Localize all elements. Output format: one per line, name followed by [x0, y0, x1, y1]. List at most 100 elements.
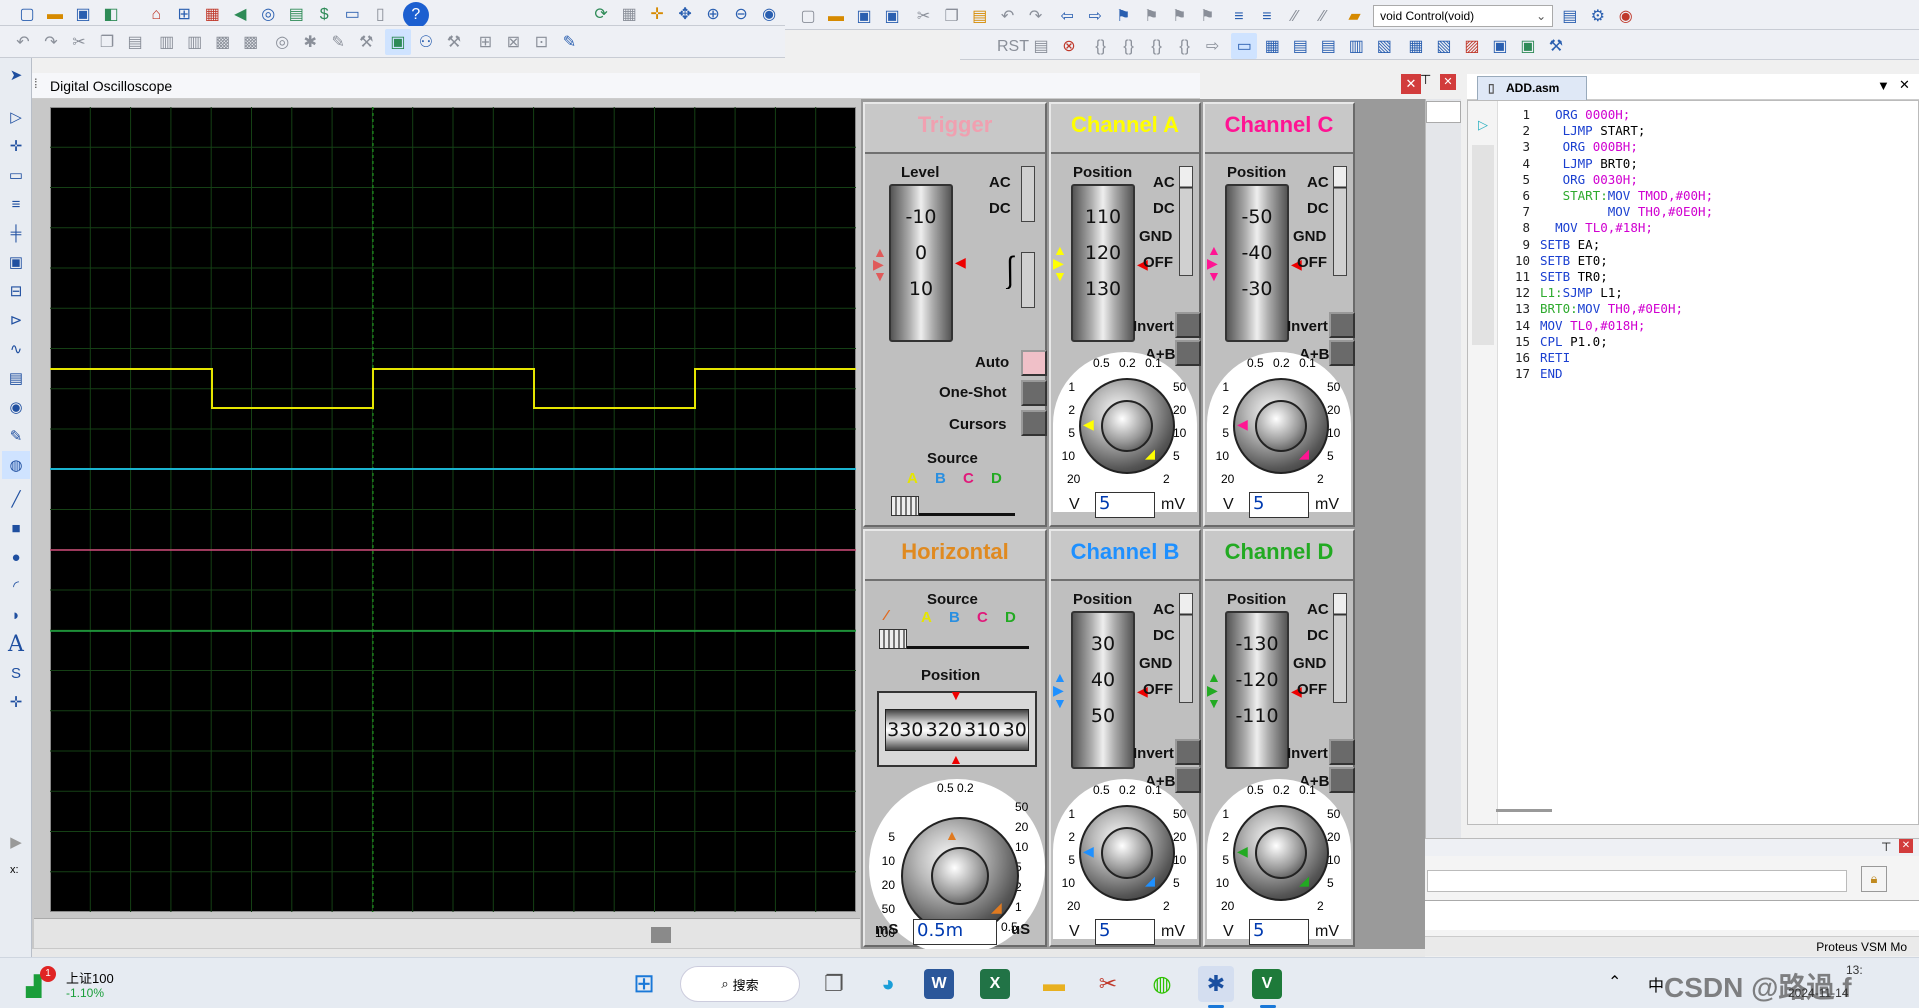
trigger-source-slider[interactable] — [891, 496, 1015, 516]
tray-chevron-icon[interactable]: ⌃ — [1608, 972, 1621, 992]
keil-redo-icon[interactable]: ↷ — [1023, 3, 1049, 29]
channel-c-volts-knob[interactable]: ◀ ◢ — [1233, 378, 1329, 474]
block-delete-icon[interactable]: ▩ — [238, 29, 264, 55]
pcb-icon[interactable]: ▦ — [199, 1, 225, 27]
help-icon[interactable]: ? — [402, 2, 429, 28]
timebase-value-field[interactable]: 0.5m — [913, 919, 997, 945]
lock-icon[interactable]: 🔒︎ — [1861, 866, 1887, 892]
origin-icon[interactable]: ✛ — [644, 1, 670, 27]
close-button-scope[interactable]: ✕ — [1401, 74, 1421, 94]
bom-icon[interactable]: ▤ — [283, 1, 309, 27]
channel-a-coupling-switch[interactable] — [1179, 166, 1193, 276]
undo-icon[interactable]: ↶ — [10, 29, 36, 55]
serial-icon[interactable]: ▧ — [1431, 33, 1457, 59]
trigger-oneshot-button[interactable] — [1021, 380, 1047, 406]
channel-c-invert-button[interactable] — [1329, 312, 1355, 338]
close-icon[interactable]: ✕ — [1899, 77, 1910, 93]
selection-icon[interactable]: ➤ — [2, 61, 30, 89]
uncomment-icon[interactable]: ⁄⁄ — [1310, 4, 1336, 30]
channel-a-aplusb-button[interactable] — [1175, 340, 1201, 366]
output-input[interactable] — [1427, 870, 1847, 892]
memory-icon[interactable]: ▦ — [1403, 33, 1429, 59]
channel-d-volts-field[interactable]: 5 — [1249, 919, 1309, 945]
block-move-icon[interactable]: ▥ — [182, 29, 208, 55]
channel-c-volts-field[interactable]: 5 — [1249, 492, 1309, 518]
step-into-icon[interactable]: {} — [1088, 34, 1114, 60]
marker-icon[interactable]: ✛ — [2, 688, 30, 716]
remove-sheet-icon[interactable]: ⊠ — [501, 29, 527, 55]
channel-b-coupling-switch[interactable] — [1179, 593, 1193, 703]
channel-c-position-drum[interactable]: -50 -40 -30 — [1225, 184, 1289, 342]
keil-undo-icon[interactable]: ↶ — [995, 3, 1021, 29]
channel-d-position-drum[interactable]: -130 -120 -110 — [1225, 611, 1289, 769]
trigger-level-drum[interactable]: -10 0 10 — [889, 184, 953, 342]
text-icon[interactable]: A — [2, 630, 30, 658]
search-tag-icon[interactable]: ⚇ — [413, 29, 439, 55]
bus-icon[interactable]: ╪ — [2, 219, 30, 247]
symbol-icon[interactable]: S — [2, 659, 30, 687]
tape-recorder-icon[interactable]: ▤ — [2, 364, 30, 392]
keil-save-icon[interactable]: ▣ — [851, 3, 877, 29]
unindent-icon[interactable]: ≡ — [1254, 4, 1280, 30]
channel-c-aplusb-button[interactable] — [1329, 340, 1355, 366]
start-icon[interactable]: ⊞ — [626, 965, 662, 1001]
channel-a-volts-field[interactable]: 5 — [1095, 492, 1155, 518]
ime-indicator[interactable]: 中 — [1648, 972, 1664, 996]
source-code-icon[interactable]: ▭ — [339, 1, 365, 27]
nav-forward-icon[interactable]: ⇨ — [1082, 3, 1108, 29]
find-in-files-icon[interactable]: ▰ — [1342, 3, 1368, 29]
bookmark-next-icon[interactable]: ⚑ — [1166, 3, 1192, 29]
cut-icon[interactable]: ✂ — [66, 29, 92, 55]
step-out-icon[interactable]: {} — [1144, 34, 1170, 60]
channel-a-volts-knob[interactable]: ◀ ◢ — [1079, 378, 1175, 474]
keil-copy-icon[interactable]: ❐ — [939, 3, 965, 29]
bookmark-prev-icon[interactable]: ⚑ — [1138, 3, 1164, 29]
indent-icon[interactable]: ≡ — [1226, 4, 1252, 30]
stop-icon[interactable]: ⊗ — [1056, 33, 1082, 59]
trigger-auto-button[interactable] — [1021, 350, 1047, 376]
search-icon[interactable]: ◎ — [255, 1, 281, 27]
channel-d-invert-button[interactable] — [1329, 739, 1355, 765]
channel-c-coupling-switch[interactable] — [1333, 166, 1347, 276]
box-icon[interactable]: ■ — [2, 514, 30, 542]
task-view-icon[interactable]: ❐ — [816, 966, 852, 1002]
disassembly-icon[interactable]: ▦ — [1259, 33, 1285, 59]
exit-parent-icon[interactable]: ⊡ — [529, 29, 555, 55]
file-explorer-icon[interactable]: ▬ — [1036, 966, 1072, 1002]
keil-icon[interactable]: V — [1252, 969, 1282, 999]
keil-open-icon[interactable]: ▬ — [823, 4, 849, 30]
junction-icon[interactable]: ✛ — [2, 132, 30, 160]
text-script-icon[interactable]: ≡ — [2, 190, 30, 218]
system-viewer-icon[interactable]: ▣ — [1515, 33, 1541, 59]
save-icon[interactable]: ▣ — [70, 1, 96, 27]
path-icon[interactable]: ◗ — [2, 601, 30, 629]
terminals-icon[interactable]: ⊟ — [2, 277, 30, 305]
function-selector[interactable]: void Control(void) ⌄ — [1373, 5, 1554, 27]
make-device-icon[interactable]: ✱ — [297, 29, 323, 55]
close-button-aux[interactable]: ✕ — [1440, 74, 1456, 90]
import-icon[interactable]: ◧ — [98, 1, 124, 27]
scrollbar-thumb[interactable] — [651, 927, 671, 943]
device-pins-icon[interactable]: ⊳ — [2, 306, 30, 334]
pan-icon[interactable]: ✥ — [672, 1, 698, 27]
document-icon[interactable]: ▯ — [367, 1, 393, 27]
symbols-icon[interactable]: ▤ — [1287, 33, 1313, 59]
tab-dropdown-icon[interactable]: ▼ — [1877, 78, 1890, 93]
channel-b-position-drum[interactable]: 30 40 50 — [1071, 611, 1135, 769]
comment-icon[interactable]: ⁄⁄ — [1282, 4, 1308, 30]
subcircuit-icon[interactable]: ▣ — [2, 248, 30, 276]
channel-d-aplusb-button[interactable] — [1329, 767, 1355, 793]
block-copy-icon[interactable]: ▥ — [154, 29, 180, 55]
keil-cut-icon[interactable]: ✂ — [911, 3, 937, 29]
circle-icon[interactable]: ● — [2, 543, 30, 571]
pin-icon[interactable]: ⊤ — [1420, 72, 1431, 88]
search-box[interactable]: ⌕ 搜索 — [680, 966, 800, 1002]
channel-a-position-drum[interactable]: 110 120 130 — [1071, 184, 1135, 342]
excel-icon[interactable]: X — [980, 969, 1010, 999]
generator-icon[interactable]: ◉ — [2, 393, 30, 421]
dollar-icon[interactable]: $ — [311, 2, 337, 28]
watch-icon[interactable]: ▧ — [1371, 33, 1397, 59]
code-editor[interactable]: ▷ 1 ORG 0000H; 2 LJMP START; 3 ORG 000BH; 4… — [1467, 100, 1919, 825]
voltage-probe-icon[interactable]: ✎ — [2, 422, 30, 450]
keil-new-icon[interactable]: ▢ — [795, 3, 821, 29]
